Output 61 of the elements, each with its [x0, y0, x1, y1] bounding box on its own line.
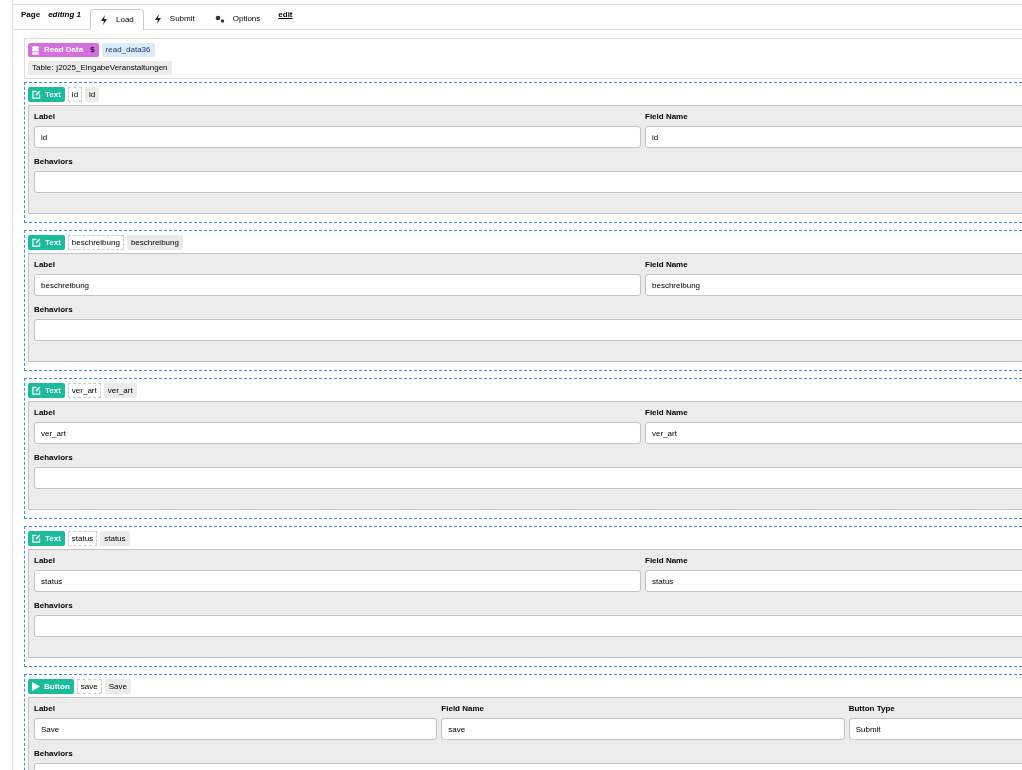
input-field[interactable]: Save	[34, 718, 438, 740]
field-label: Label	[34, 259, 56, 271]
behaviors-field[interactable]	[34, 319, 1022, 341]
field-label: Field Name	[645, 407, 689, 419]
component-name-tag: beschreibung	[67, 235, 124, 250]
data-source-name: read_data36	[101, 43, 155, 57]
component-label-tag: id	[85, 87, 100, 102]
gears-icon	[214, 14, 225, 23]
behaviors-field[interactable]	[34, 467, 1022, 489]
input-field[interactable]: ver_art	[34, 422, 641, 444]
read-data-badge[interactable]: Read Data $	[28, 43, 99, 57]
input-field[interactable]: Submit	[848, 718, 1022, 740]
component-name-tag: save	[76, 679, 102, 694]
field-label: Behaviors	[34, 748, 74, 760]
input-field[interactable]: status	[34, 570, 641, 592]
edit-icon	[32, 90, 41, 99]
field-label: Behaviors	[34, 600, 74, 612]
table-label: Table:	[32, 62, 54, 74]
lightning-icon	[100, 15, 108, 25]
input-field[interactable]: save	[441, 718, 845, 740]
table-name: j2025_EingabeVeranstaltungen	[56, 62, 168, 74]
input-field[interactable]: beschreibung	[34, 274, 641, 296]
database-icon	[32, 45, 39, 55]
field-label: Field Name	[645, 555, 689, 567]
input-field[interactable]: id	[34, 126, 641, 148]
field-label: Field Name	[645, 259, 689, 271]
behaviors-field[interactable]	[34, 171, 1022, 193]
field-label: Behaviors	[34, 304, 74, 316]
field-label: Behaviors	[34, 452, 74, 464]
page-state: editing 1	[48, 9, 81, 21]
edit-link[interactable]: edit	[278, 9, 293, 21]
lightning-icon	[153, 13, 162, 24]
field-label: Label	[34, 111, 56, 123]
field-label: Field Name	[645, 111, 689, 123]
play-icon	[32, 682, 40, 691]
tab[interactable]: Submit	[143, 8, 205, 29]
behaviors-field[interactable]	[34, 615, 1022, 637]
page-label: Page	[21, 9, 41, 21]
tab[interactable]: Load	[90, 9, 144, 30]
tab[interactable]: Options	[204, 8, 271, 29]
component-name-tag: ver_art	[67, 383, 101, 398]
input-field[interactable]: status	[645, 570, 1022, 592]
field-label: Label	[34, 407, 56, 419]
field-label: Label	[34, 703, 56, 715]
input-field[interactable]: beschreibung	[645, 274, 1022, 296]
field-label: Label	[34, 555, 56, 567]
edit-icon	[32, 386, 41, 395]
dollar-sign: $	[90, 44, 95, 56]
component-label-tag: status	[100, 531, 130, 546]
component-label-tag: beschreibung	[126, 235, 183, 250]
field-label: Behaviors	[34, 156, 74, 168]
component-name-tag: status	[67, 531, 98, 546]
field-label: Button Type	[848, 703, 896, 715]
edit-icon	[32, 534, 41, 543]
input-field[interactable]: id	[645, 126, 1022, 148]
component-name-tag: id	[67, 87, 83, 102]
edit-icon	[32, 238, 41, 247]
input-field[interactable]: ver_art	[645, 422, 1022, 444]
component-label-tag: Save	[104, 679, 131, 694]
field-label: Field Name	[441, 703, 485, 715]
component-label-tag: ver_art	[103, 383, 137, 398]
